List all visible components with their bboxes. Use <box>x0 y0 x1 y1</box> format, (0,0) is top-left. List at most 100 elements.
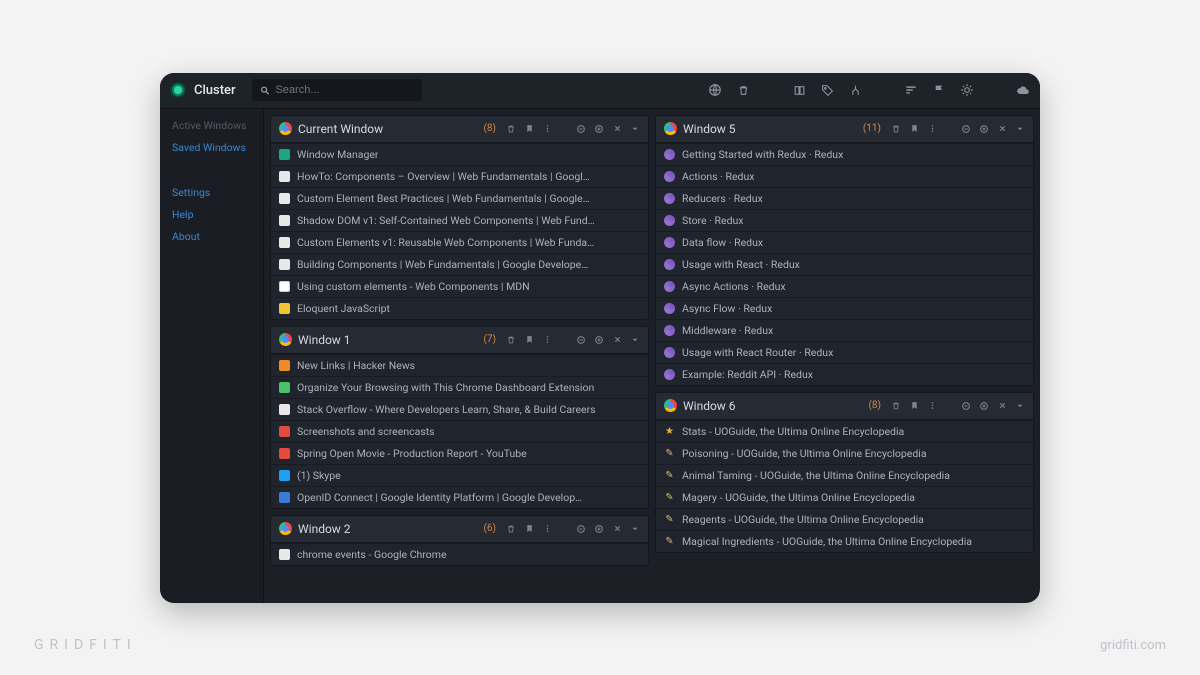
panel-more-icon[interactable] <box>927 401 937 411</box>
panel-minus-icon[interactable] <box>576 524 586 534</box>
panel-collapse-icon[interactable] <box>630 335 640 345</box>
panel-trash-icon[interactable] <box>506 124 516 134</box>
tab-row[interactable]: Store · Redux <box>656 209 1033 231</box>
tab-row[interactable]: Eloquent JavaScript <box>271 297 648 319</box>
panel-more-icon[interactable] <box>542 124 552 134</box>
sidebar-item-about[interactable]: About <box>172 230 251 243</box>
panel-collapse-icon[interactable] <box>1015 124 1025 134</box>
sidebar-item-help[interactable]: Help <box>172 208 251 221</box>
globe-icon[interactable] <box>708 83 722 97</box>
tab-row[interactable]: Custom Elements v1: Reusable Web Compone… <box>271 231 648 253</box>
panel-minus-icon[interactable] <box>961 124 971 134</box>
search-box[interactable] <box>252 79 422 101</box>
tab-row[interactable]: Spring Open Movie - Production Report - … <box>271 442 648 464</box>
tab-row[interactable]: ✎ Magical Ingredients - UOGuide, the Ult… <box>656 530 1033 552</box>
favicon-icon <box>279 303 290 314</box>
tab-row[interactable]: HowTo: Components – Overview | Web Funda… <box>271 165 648 187</box>
tab-row[interactable]: Async Actions · Redux <box>656 275 1033 297</box>
favicon-icon <box>279 259 290 270</box>
tab-row[interactable]: ✎ Magery - UOGuide, the Ultima Online En… <box>656 486 1033 508</box>
merge-icon[interactable] <box>848 83 862 97</box>
tab-row[interactable]: Window Manager <box>271 143 648 165</box>
tab-row[interactable]: Custom Element Best Practices | Web Fund… <box>271 187 648 209</box>
panel-trash-icon[interactable] <box>891 401 901 411</box>
brightness-icon[interactable] <box>960 83 974 97</box>
panel-close-icon[interactable] <box>997 401 1007 411</box>
tab-row[interactable]: Stack Overflow - Where Developers Learn,… <box>271 398 648 420</box>
panel-plus-icon[interactable] <box>979 401 989 411</box>
tab-row[interactable]: ✎ Animal Taming - UOGuide, the Ultima On… <box>656 464 1033 486</box>
trash-icon[interactable] <box>736 83 750 97</box>
panel-close-icon[interactable] <box>997 124 1007 134</box>
panel-more-icon[interactable] <box>542 524 552 534</box>
tab-row[interactable]: New Links | Hacker News <box>271 354 648 376</box>
tab-row[interactable]: Async Flow · Redux <box>656 297 1033 319</box>
tab-row[interactable]: ✎ Poisoning - UOGuide, the Ultima Online… <box>656 442 1033 464</box>
favicon-icon <box>664 215 675 226</box>
panel-bookmark-icon[interactable] <box>909 124 919 134</box>
window-panel-header[interactable]: Current Window (8) <box>271 116 648 143</box>
tab-title: Magery - UOGuide, the Ultima Online Ency… <box>682 491 915 504</box>
tab-row[interactable]: Building Components | Web Fundamentals |… <box>271 253 648 275</box>
tab-row[interactable]: ★ Stats - UOGuide, the Ultima Online Enc… <box>656 420 1033 442</box>
cloud-icon[interactable] <box>1016 83 1030 97</box>
panel-close-icon[interactable] <box>612 335 622 345</box>
panel-actions <box>891 124 1025 134</box>
window-panel-header[interactable]: Window 1 (7) <box>271 327 648 354</box>
tab-row[interactable]: Data flow · Redux <box>656 231 1033 253</box>
tab-row[interactable]: Usage with React · Redux <box>656 253 1033 275</box>
tab-row[interactable]: Getting Started with Redux · Redux <box>656 143 1033 165</box>
panel-collapse-icon[interactable] <box>630 524 640 534</box>
panel-minus-icon[interactable] <box>961 401 971 411</box>
panel-icon[interactable] <box>792 83 806 97</box>
window-panel-header[interactable]: Window 6 (8) <box>656 393 1033 420</box>
panel-bookmark-icon[interactable] <box>909 401 919 411</box>
favicon-icon <box>279 470 290 481</box>
tag-icon[interactable] <box>820 83 834 97</box>
panel-collapse-icon[interactable] <box>1015 401 1025 411</box>
tab-row[interactable]: Reducers · Redux <box>656 187 1033 209</box>
panel-trash-icon[interactable] <box>506 335 516 345</box>
window-panel-header[interactable]: Window 2 (6) <box>271 516 648 543</box>
panel-close-icon[interactable] <box>612 524 622 534</box>
tab-row[interactable]: Example: Reddit API · Redux <box>656 363 1033 385</box>
flag-icon[interactable] <box>932 83 946 97</box>
panel-minus-icon[interactable] <box>576 335 586 345</box>
panel-plus-icon[interactable] <box>594 335 604 345</box>
tab-row[interactable]: Usage with React Router · Redux <box>656 341 1033 363</box>
tab-row[interactable]: OpenID Connect | Google Identity Platfor… <box>271 486 648 508</box>
tab-row[interactable]: ✎ Reagents - UOGuide, the Ultima Online … <box>656 508 1033 530</box>
sort-icon[interactable] <box>904 83 918 97</box>
panel-minus-icon[interactable] <box>576 124 586 134</box>
tab-row[interactable]: Actions · Redux <box>656 165 1033 187</box>
tab-row[interactable]: (1) Skype <box>271 464 648 486</box>
panel-more-icon[interactable] <box>927 124 937 134</box>
sidebar: Active Windows Saved Windows Settings He… <box>160 109 264 603</box>
tab-count: (8) <box>483 123 496 134</box>
favicon-icon <box>279 215 290 226</box>
tab-row[interactable]: chrome events - Google Chrome <box>271 543 648 565</box>
tab-row[interactable]: Organize Your Browsing with This Chrome … <box>271 376 648 398</box>
panel-bookmark-icon[interactable] <box>524 335 534 345</box>
favicon-icon <box>279 193 290 204</box>
tab-row[interactable]: Screenshots and screencasts <box>271 420 648 442</box>
sidebar-item-saved-windows[interactable]: Saved Windows <box>172 141 251 154</box>
tab-row[interactable]: Middleware · Redux <box>656 319 1033 341</box>
panel-plus-icon[interactable] <box>594 524 604 534</box>
panel-collapse-icon[interactable] <box>630 124 640 134</box>
panel-trash-icon[interactable] <box>506 524 516 534</box>
tab-row[interactable]: Shadow DOM v1: Self-Contained Web Compon… <box>271 209 648 231</box>
search-input[interactable] <box>275 84 413 96</box>
tab-row[interactable]: Using custom elements - Web Components |… <box>271 275 648 297</box>
panel-close-icon[interactable] <box>612 124 622 134</box>
panel-more-icon[interactable] <box>542 335 552 345</box>
panel-bookmark-icon[interactable] <box>524 124 534 134</box>
panel-plus-icon[interactable] <box>594 124 604 134</box>
window-panel: Window 6 (8) ★ Stats - UOGuide, the Ulti… <box>655 392 1034 553</box>
sidebar-item-settings[interactable]: Settings <box>172 186 251 199</box>
panel-trash-icon[interactable] <box>891 124 901 134</box>
panel-plus-icon[interactable] <box>979 124 989 134</box>
window-panel-header[interactable]: Window 5 (11) <box>656 116 1033 143</box>
panel-bookmark-icon[interactable] <box>524 524 534 534</box>
window-title: Window 1 <box>298 333 477 347</box>
